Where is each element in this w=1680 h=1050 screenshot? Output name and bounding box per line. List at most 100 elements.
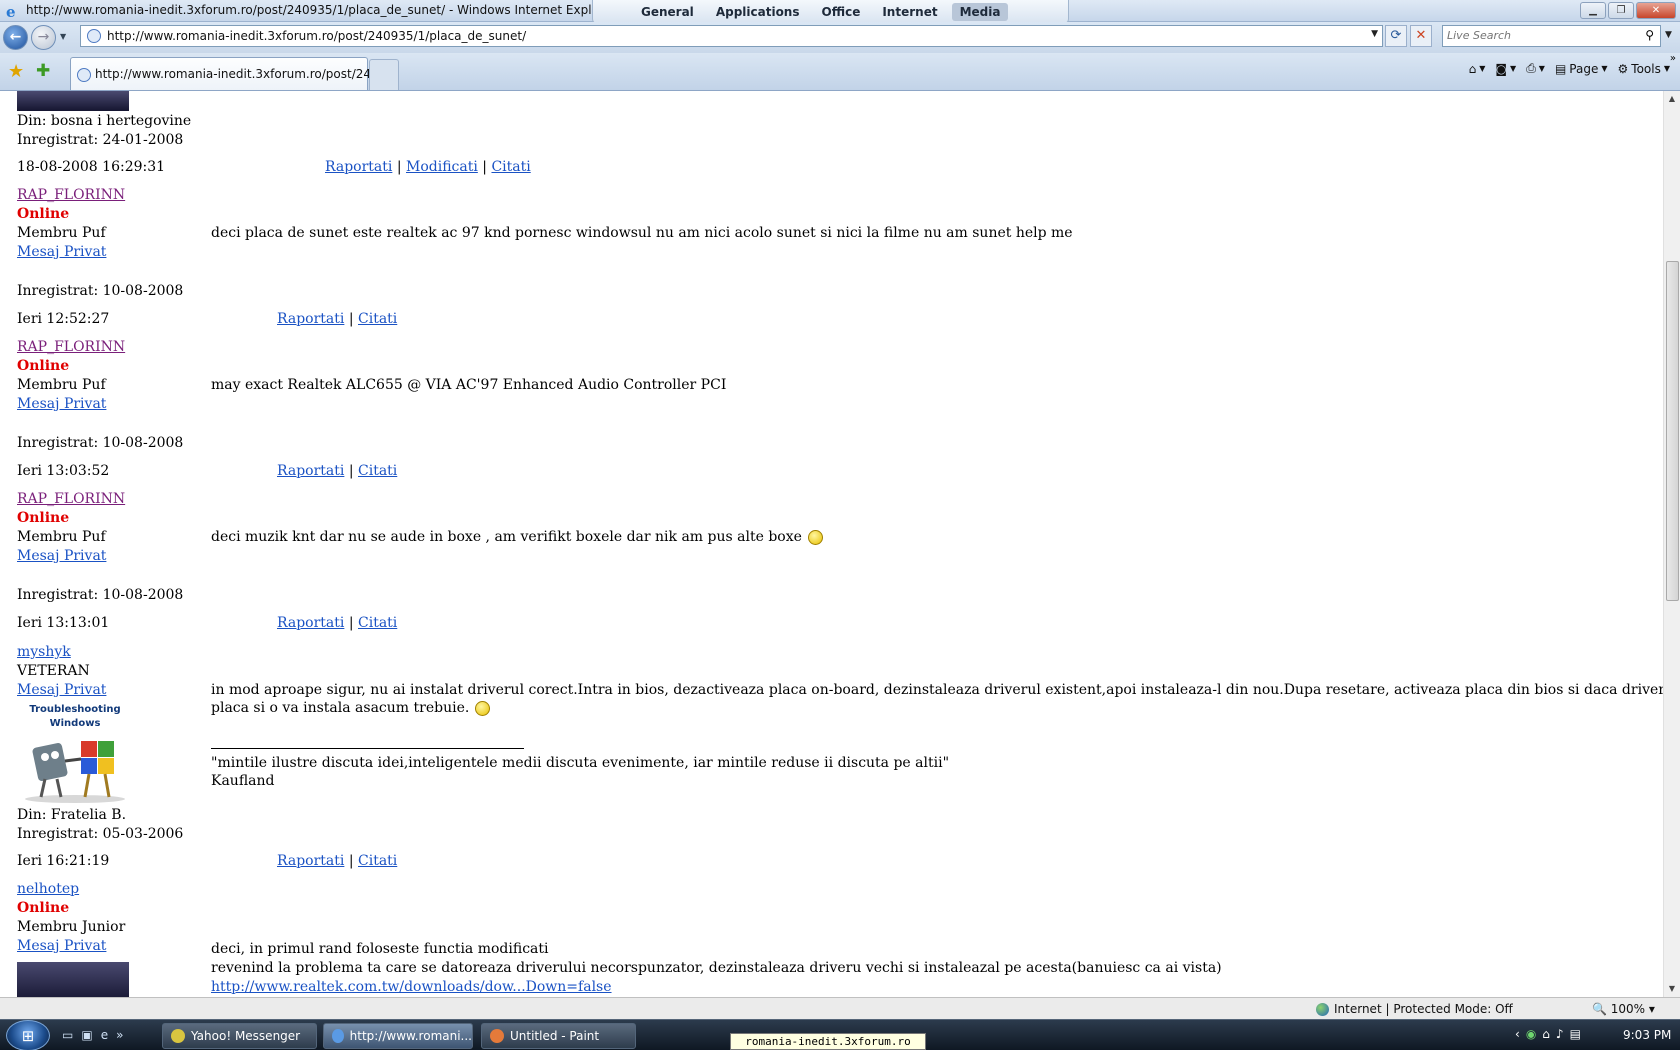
- start-button[interactable]: ⊞: [6, 1020, 50, 1050]
- feeds-button[interactable]: ◙ ▼: [1495, 62, 1516, 76]
- download-link[interactable]: http://www.realtek.com.tw/downloads/dow.…: [211, 979, 612, 995]
- taskbar-label: Yahoo! Messenger: [191, 1029, 301, 1043]
- tongue-smiley-icon: [475, 700, 491, 716]
- address-dropdown-icon[interactable]: ▼: [1371, 29, 1378, 39]
- quickbar-office[interactable]: Office: [814, 3, 869, 21]
- avatar-caption-line: Troubleshooting: [29, 704, 121, 715]
- minimize-button[interactable]: ▁: [1580, 2, 1606, 19]
- post-username[interactable]: myshyk: [17, 644, 71, 660]
- network-icon[interactable]: ⌂: [1542, 1027, 1550, 1041]
- forward-button[interactable]: →: [31, 25, 56, 50]
- search-box[interactable]: ⚲: [1442, 25, 1661, 47]
- private-message-link[interactable]: Mesaj Privat: [17, 938, 106, 954]
- volume-icon[interactable]: ♪: [1556, 1027, 1564, 1041]
- avatar: [17, 91, 129, 111]
- maximize-button[interactable]: ❐: [1608, 2, 1634, 19]
- show-desktop-icon[interactable]: ▭: [62, 1028, 73, 1042]
- home-button[interactable]: ⌂ ▼: [1469, 62, 1486, 76]
- quickbar-applications[interactable]: Applications: [708, 3, 808, 21]
- history-dropdown-icon[interactable]: ▼: [60, 32, 66, 41]
- page-menu[interactable]: ▤ Page ▼: [1555, 62, 1608, 76]
- taskbar-yahoo-messenger[interactable]: Yahoo! Messenger: [162, 1023, 317, 1049]
- post-actions: Raportati | Citati: [277, 615, 397, 631]
- refresh-button[interactable]: ⟳: [1385, 25, 1407, 47]
- user-rank: Membru Junior: [17, 919, 126, 935]
- scroll-thumb[interactable]: [1666, 261, 1679, 601]
- search-dropdown-icon[interactable]: ▼: [1665, 30, 1672, 40]
- private-message-link[interactable]: Mesaj Privat: [17, 682, 106, 698]
- post-username[interactable]: nelhotep: [17, 881, 79, 897]
- post-body: deci placa de sunet este realtek ac 97 k…: [211, 225, 1073, 241]
- status-badge: Online: [17, 510, 70, 526]
- print-button[interactable]: ⎙ ▼: [1526, 61, 1545, 76]
- quote-link[interactable]: Citati: [358, 463, 397, 479]
- quickbar-internet[interactable]: Internet: [874, 3, 945, 21]
- ie-logo-icon: e: [6, 3, 16, 19]
- tools-menu-label: Tools: [1631, 61, 1661, 76]
- stop-button[interactable]: ✕: [1410, 25, 1432, 47]
- report-link[interactable]: Raportati: [277, 853, 344, 869]
- post-actions: Raportati | Modificati | Citati: [325, 159, 531, 175]
- quote-link[interactable]: Citati: [491, 159, 530, 175]
- search-icon[interactable]: ⚲: [1645, 28, 1654, 42]
- quickbar-media[interactable]: Media: [951, 2, 1009, 21]
- scroll-down-icon[interactable]: ▼: [1664, 981, 1680, 997]
- edit-link[interactable]: Modificati: [406, 159, 478, 175]
- favorites-star-icon[interactable]: ★: [8, 61, 24, 82]
- scroll-up-icon[interactable]: ▲: [1664, 91, 1680, 107]
- taskbar-internet-explorer[interactable]: http://www.romani...: [323, 1023, 473, 1049]
- ie-quicklaunch-icon[interactable]: e: [101, 1028, 108, 1042]
- tab-label: http://www.romania-inedit.3xforum.ro/pos…: [95, 67, 391, 81]
- post-body-continued: revenind la problema ta care se datoreaz…: [211, 960, 1222, 976]
- tray-expand-icon[interactable]: ‹: [1515, 1027, 1520, 1041]
- post-body: in mod aproape sigur, nu ai instalat dri…: [211, 682, 1663, 698]
- vertical-scrollbar[interactable]: ▲ ▼: [1663, 91, 1680, 997]
- rss-icon: ◙: [1495, 61, 1508, 76]
- tray-app-icon[interactable]: ◉: [1526, 1027, 1536, 1041]
- quick-launch: ▭ ▣ e »: [62, 1028, 123, 1042]
- security-zone[interactable]: Internet | Protected Mode: Off: [1316, 1002, 1513, 1016]
- avatar: Troubleshooting Windows: [17, 703, 133, 803]
- report-link[interactable]: Raportati: [277, 615, 344, 631]
- switch-windows-icon[interactable]: ▣: [81, 1028, 92, 1042]
- gear-icon: ⚙: [1617, 61, 1629, 76]
- post-username[interactable]: RAP_FLORINN: [17, 491, 125, 507]
- post-username[interactable]: RAP_FLORINN: [17, 339, 125, 355]
- close-button[interactable]: ✕: [1636, 2, 1676, 19]
- back-button[interactable]: ←: [3, 25, 28, 50]
- new-tab-button[interactable]: [369, 59, 399, 90]
- separator: |: [396, 159, 402, 175]
- report-link[interactable]: Raportati: [277, 311, 344, 327]
- quote-link[interactable]: Citati: [358, 311, 397, 327]
- post-body: deci, in primul rand foloseste functia m…: [211, 941, 549, 957]
- troubleshooting-figures-icon: [25, 741, 125, 803]
- quote-link[interactable]: Citati: [358, 615, 397, 631]
- page-menu-icon: ▤: [1554, 61, 1567, 76]
- address-url[interactable]: http://www.romania-inedit.3xforum.ro/pos…: [107, 29, 526, 43]
- add-favorites-icon[interactable]: ✚: [36, 61, 50, 81]
- private-message-link[interactable]: Mesaj Privat: [17, 548, 106, 564]
- tab-active[interactable]: http://www.romania-inedit.3xforum.ro/pos…: [70, 57, 390, 90]
- quicklaunch-overflow-icon[interactable]: »: [116, 1028, 123, 1042]
- user-rank: Membru Puf: [17, 529, 106, 545]
- report-link[interactable]: Raportati: [277, 463, 344, 479]
- avatar-caption-line: Windows: [49, 718, 101, 729]
- tools-menu[interactable]: ⚙ Tools ▼: [1618, 62, 1670, 76]
- clock[interactable]: 9:03 PM: [1623, 1028, 1671, 1042]
- tray-misc-icon[interactable]: ▤: [1570, 1027, 1581, 1041]
- toolbar-chevron-icon[interactable]: »: [1670, 53, 1676, 64]
- quote-link[interactable]: Citati: [358, 853, 397, 869]
- private-message-link[interactable]: Mesaj Privat: [17, 396, 106, 412]
- zoom-level[interactable]: 🔍 100% ▾: [1592, 1002, 1655, 1016]
- status-bar: Internet | Protected Mode: Off 🔍 100% ▾: [0, 997, 1680, 1019]
- private-message-link[interactable]: Mesaj Privat: [17, 244, 106, 260]
- post-date: Ieri 12:52:27: [17, 311, 110, 327]
- window-title: http://www.romania-inedit.3xforum.ro/pos…: [26, 3, 616, 17]
- address-bar[interactable]: http://www.romania-inedit.3xforum.ro/pos…: [80, 25, 1383, 47]
- search-input[interactable]: [1447, 29, 1627, 42]
- taskbar-paint[interactable]: Untitled - Paint: [481, 1023, 636, 1049]
- quickbar-general[interactable]: General: [633, 3, 702, 21]
- post-username[interactable]: RAP_FLORINN: [17, 187, 125, 203]
- report-link[interactable]: Raportati: [325, 159, 392, 175]
- status-badge: Online: [17, 900, 70, 916]
